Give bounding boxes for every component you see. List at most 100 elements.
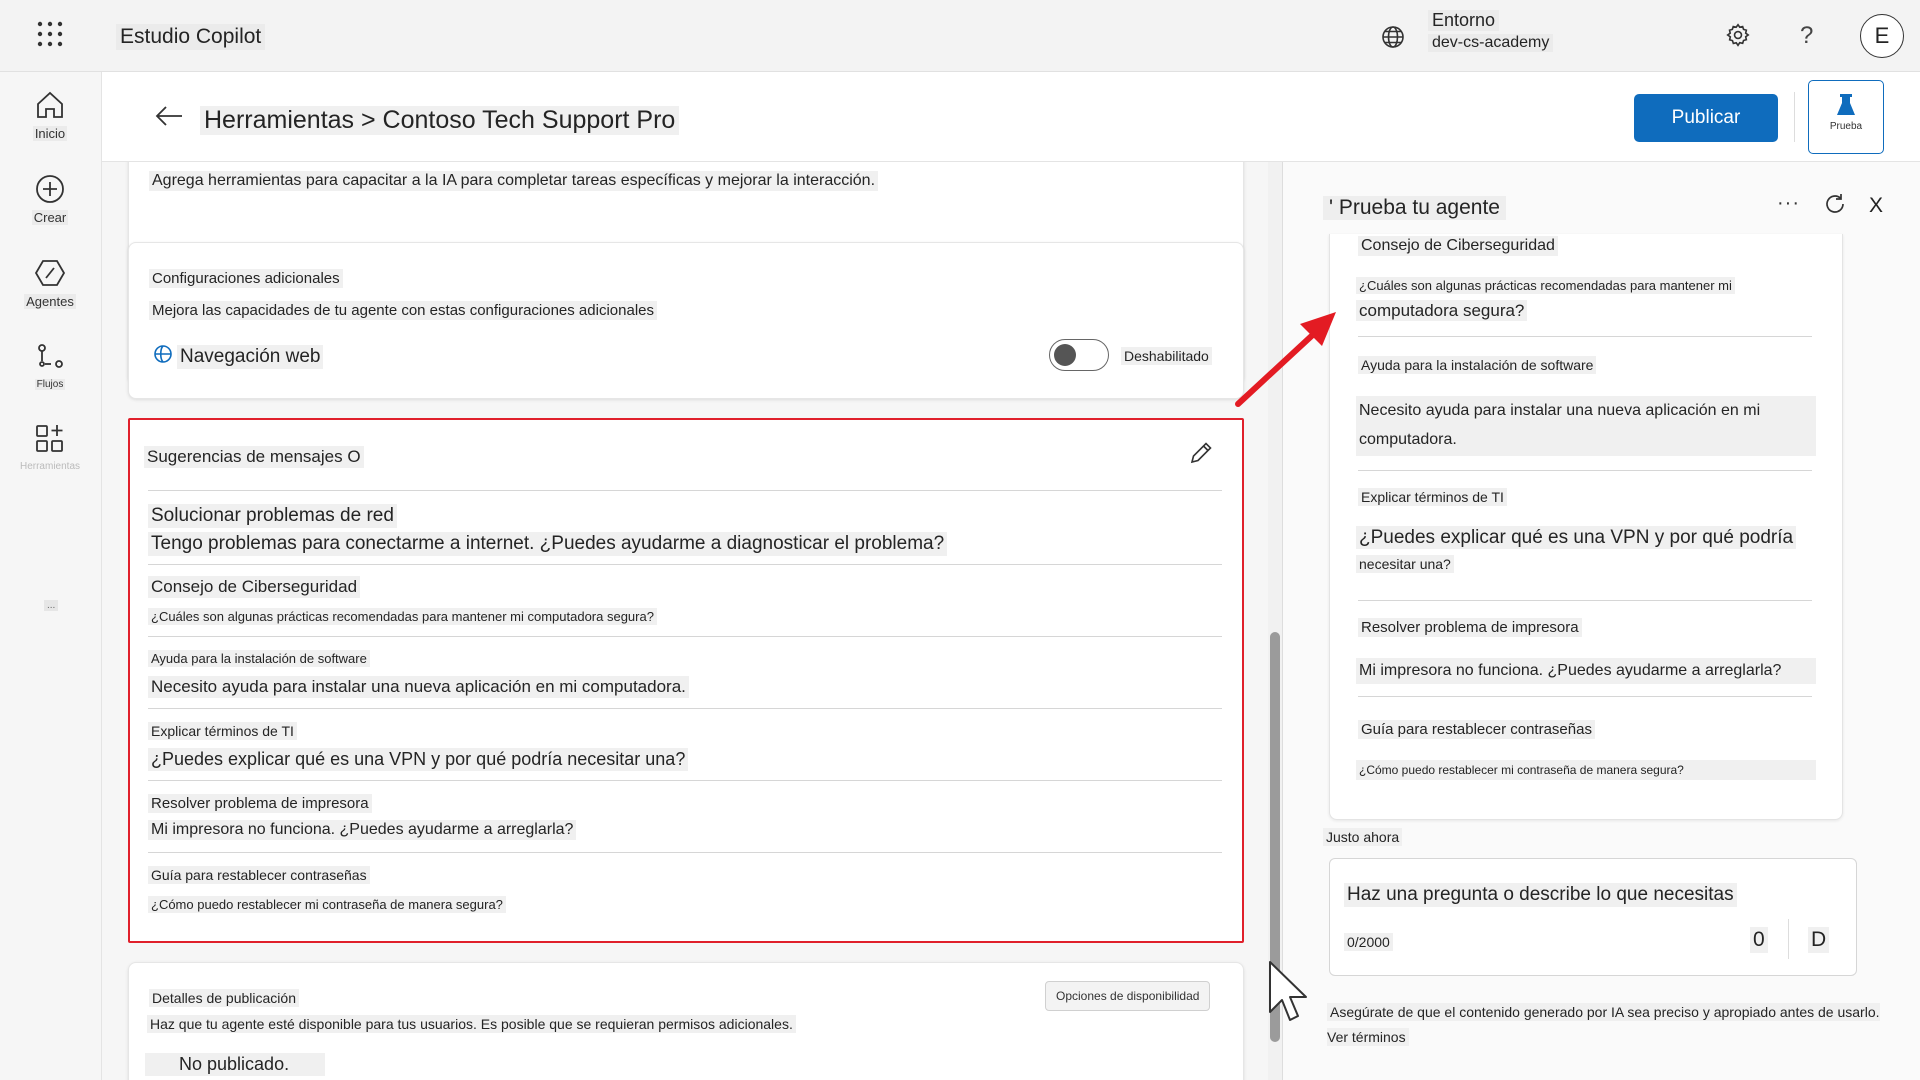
suggestion-title: Ayuda para la instalación de software — [148, 650, 370, 667]
availability-options-button[interactable]: Opciones de disponibilidad — [1045, 981, 1211, 1011]
publish-description: Haz que tu agente esté disponible para t… — [147, 1015, 796, 1033]
suggestion-text: ¿Puedes explicar qué es una VPN y por qu… — [148, 748, 689, 771]
suggestion-text: ¿Cómo puedo restablecer mi contraseña de… — [148, 896, 506, 913]
home-icon — [33, 88, 67, 122]
back-arrow-icon[interactable] — [154, 104, 184, 128]
plus-circle-icon — [33, 172, 67, 206]
divider — [1358, 600, 1812, 601]
environment-value[interactable]: dev-cs-academy — [1428, 34, 1554, 52]
test-panel-title: ' Prueba tu agente — [1323, 196, 1506, 220]
mouse-cursor-icon — [1268, 960, 1312, 1026]
toggle-knob — [1054, 344, 1076, 366]
disclaimer-text: Asegúrate de que el contenido generado p… — [1327, 1003, 1880, 1047]
divider — [148, 708, 1222, 709]
tools-description: Agrega herramientas para capacitar a la … — [149, 171, 879, 191]
send-icon[interactable]: D — [1808, 927, 1830, 953]
publish-status: No publicado. — [145, 1053, 326, 1076]
publish-details-card: Detalles de publicación Haz que tu agent… — [128, 962, 1244, 1080]
divider — [1358, 470, 1812, 471]
chat-input-box[interactable]: Haz una pregunta o describe lo que neces… — [1329, 858, 1857, 976]
preview-text-line: computadora segura? — [1356, 300, 1528, 321]
divider — [148, 564, 1222, 565]
rail-label: Agentes — [24, 294, 76, 309]
rail-item-inicio[interactable]: Inicio — [0, 88, 100, 143]
divider — [1358, 336, 1812, 337]
chat-input-placeholder[interactable]: Haz una pregunta o describe lo que neces… — [1344, 883, 1737, 907]
suggestion-text: Tengo problemas para conectarme a intern… — [148, 532, 948, 556]
preview-suggestion-title[interactable]: Consejo de Ciberseguridad — [1358, 236, 1558, 256]
rail-label: Crear — [31, 210, 69, 225]
suggestion-text: ¿Cuáles son algunas prácticas recomendad… — [148, 608, 657, 625]
environment-label[interactable]: Entorno — [1428, 10, 1500, 31]
agents-icon — [33, 256, 67, 290]
top-bar: Estudio Copilot Entorno dev-cs-academy ?… — [0, 0, 1920, 72]
preview-suggestion-title[interactable]: Ayuda para la instalación de software — [1358, 356, 1597, 374]
rail-label: Herramientas — [19, 461, 81, 472]
refresh-icon[interactable] — [1823, 192, 1847, 216]
config-title: Configuraciones adicionales — [149, 269, 343, 288]
ai-disclaimer: Asegúrate de que el contenido generado p… — [1327, 1000, 1887, 1050]
preview-suggestion-title[interactable]: Resolver problema de impresora — [1358, 618, 1582, 637]
suggestion-title: Explicar términos de TI — [148, 722, 297, 740]
rail-label: Flujos — [34, 379, 66, 390]
preview-suggestion-text[interactable]: Necesito ayuda para instalar una nueva a… — [1356, 396, 1816, 456]
publish-title: Detalles de publicación — [149, 989, 299, 1007]
more-options-icon[interactable]: ··· — [1777, 192, 1800, 215]
suggestion-text: Mi impresora no funciona. ¿Puedes ayudar… — [148, 820, 577, 840]
preview-text-line: ¿Cuáles son algunas prácticas recomendad… — [1356, 277, 1735, 294]
suggestion-title: Guía para restablecer contraseñas — [148, 866, 370, 884]
close-panel-button[interactable]: X — [1869, 194, 1883, 218]
divider — [148, 636, 1222, 637]
suggestion-title: Solucionar problemas de red — [148, 504, 397, 528]
toggle-state-label: Deshabilitado — [1121, 347, 1212, 365]
divider — [148, 852, 1222, 853]
edit-pencil-icon[interactable] — [1188, 440, 1214, 466]
breadcrumb: Herramientas > Contoso Tech Support Pro — [200, 106, 680, 135]
app-title: Estudio Copilot — [116, 24, 266, 50]
timestamp: Justo ahora — [1323, 828, 1403, 846]
divider — [148, 490, 1222, 491]
rail-item-crear[interactable]: Crear — [0, 172, 100, 227]
left-nav-rail: Inicio Crear Agentes Flujos Herramientas… — [0, 72, 102, 1080]
settings-gear-icon[interactable] — [1725, 22, 1751, 48]
publish-button[interactable]: Publicar — [1634, 94, 1778, 142]
divider — [1788, 919, 1789, 959]
main-content: Agrega herramientas para capacitar a la … — [102, 162, 1282, 1080]
suggestion-text: Necesito ayuda para instalar una nueva a… — [148, 676, 689, 698]
suggestion-title: Consejo de Ciberseguridad — [148, 576, 361, 598]
preview-suggestion-text[interactable]: ¿Puedes explicar qué es una VPN y por qu… — [1356, 524, 1816, 577]
rail-label: Inicio — [32, 126, 68, 141]
suggestions-preview-card: Consejo de Ciberseguridad ¿Cuáles son al… — [1329, 234, 1843, 820]
app-launcher-icon[interactable] — [36, 20, 64, 48]
web-globe-icon — [153, 343, 173, 365]
rail-item-flujos[interactable]: Flujos — [0, 340, 100, 392]
additional-config-card: Configuraciones adicionales Mejora las c… — [128, 242, 1244, 399]
preview-suggestion-text[interactable]: ¿Cómo puedo restablecer mi contraseña de… — [1356, 760, 1816, 780]
rail-more[interactable]: ... — [44, 600, 59, 611]
rail-item-herramientas[interactable]: Herramientas — [0, 422, 100, 474]
test-button[interactable]: Prueba — [1808, 80, 1884, 154]
attach-icon[interactable]: 0 — [1750, 927, 1768, 953]
preview-suggestion-title[interactable]: Guía para restablecer contraseñas — [1358, 720, 1595, 739]
rail-item-agentes[interactable]: Agentes — [0, 256, 100, 311]
char-counter: 0/2000 — [1344, 933, 1393, 951]
test-agent-panel: ' Prueba tu agente ··· X Consejo de Cibe… — [1282, 162, 1920, 1080]
preview-text-line: ¿Puedes explicar qué es una VPN y por qu… — [1356, 526, 1797, 549]
web-browsing-label: Navegación web — [177, 345, 324, 369]
divider — [1358, 696, 1812, 697]
test-button-label: Prueba — [1829, 121, 1863, 132]
preview-suggestion-text[interactable]: ¿Cuáles son algunas prácticas recomendad… — [1356, 274, 1816, 324]
divider — [148, 780, 1222, 781]
environment-icon — [1380, 24, 1406, 50]
config-description: Mejora las capacidades de tu agente con … — [149, 301, 657, 320]
help-icon[interactable]: ? — [1800, 22, 1813, 50]
preview-suggestion-text[interactable]: Mi impresora no funciona. ¿Puedes ayudar… — [1356, 658, 1816, 684]
user-avatar[interactable]: E — [1860, 14, 1904, 58]
flask-icon — [1835, 93, 1857, 117]
header-divider — [1794, 92, 1795, 142]
apps-icon — [33, 422, 67, 456]
preview-text-line: necesitar una? — [1356, 554, 1454, 573]
web-browsing-toggle[interactable] — [1049, 339, 1109, 371]
preview-suggestion-title[interactable]: Explicar términos de TI — [1358, 488, 1507, 506]
suggestions-title: Sugerencias de mensajes O — [144, 446, 364, 468]
